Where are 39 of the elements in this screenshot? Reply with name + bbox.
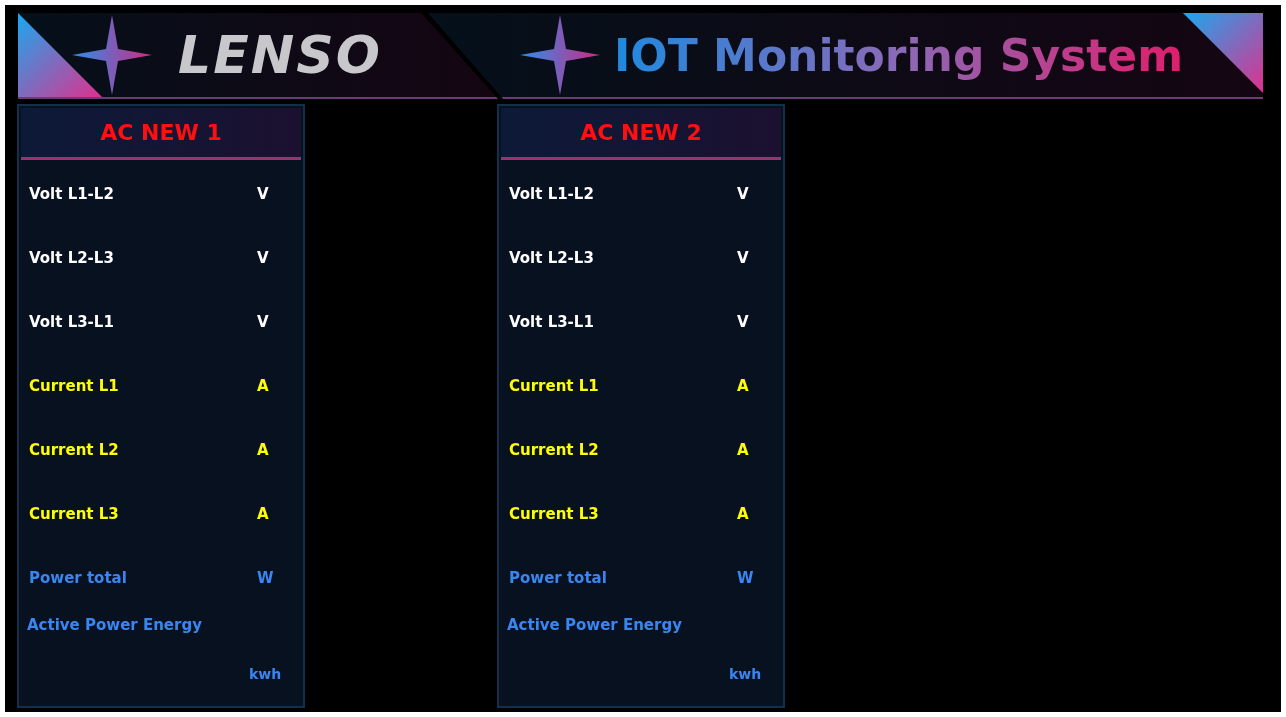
reading-label: Volt L1-L2	[29, 185, 114, 203]
panel-title: AC NEW 2	[501, 108, 781, 160]
unit-label: V	[257, 249, 270, 267]
unit-label: V	[737, 185, 750, 203]
reading-label: Volt L2-L3	[509, 249, 594, 267]
corner-triangle-icon	[1183, 13, 1263, 93]
star-icon	[520, 15, 600, 95]
reading-label: Volt L1-L2	[509, 185, 594, 203]
unit-label: V	[257, 185, 270, 203]
unit-label: A	[257, 377, 270, 395]
unit-label: kwh	[249, 666, 283, 682]
reading-label: Current L1	[29, 377, 119, 395]
unit-label: A	[257, 505, 270, 523]
reading-label: Current L3	[29, 505, 119, 523]
unit-label: W	[257, 569, 275, 587]
unit-label: A	[737, 441, 750, 459]
corner-triangle-icon	[18, 13, 102, 97]
reading-label: Volt L3-L1	[509, 313, 594, 331]
reading-label: Current L2	[509, 441, 599, 459]
reading-label: Current L2	[29, 441, 119, 459]
unit-label: A	[257, 441, 270, 459]
unit-label: V	[737, 249, 750, 267]
reading-label: Power total	[509, 569, 607, 587]
reading-label: Power total	[29, 569, 127, 587]
star-icon	[72, 15, 152, 95]
unit-label: V	[257, 313, 270, 331]
unit-label: kwh	[729, 666, 763, 682]
reading-label: Current L3	[509, 505, 599, 523]
unit-label: A	[737, 505, 750, 523]
unit-label: V	[737, 313, 750, 331]
reading-label: Current L1	[509, 377, 599, 395]
reading-label: Active Power Energy	[507, 616, 683, 634]
reading-label: Volt L3-L1	[29, 313, 114, 331]
unit-label: W	[737, 569, 755, 587]
unit-label: A	[737, 377, 750, 395]
reading-label: Volt L2-L3	[29, 249, 114, 267]
panel-title: AC NEW 1	[21, 108, 301, 160]
logo-text: LENSO	[178, 25, 382, 85]
reading-label: Active Power Energy	[27, 616, 203, 634]
